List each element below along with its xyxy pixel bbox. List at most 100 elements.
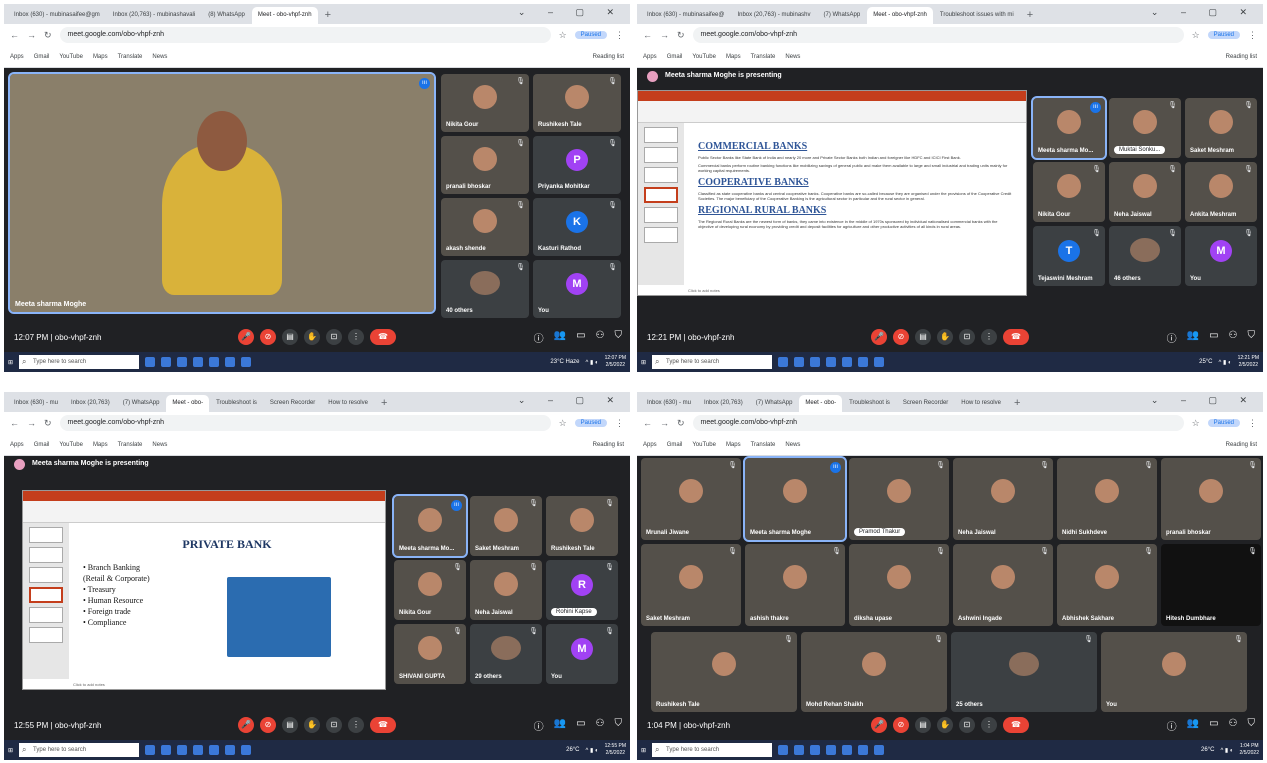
- participant-tile[interactable]: 🎙 Mrunali Jiwane: [641, 458, 741, 540]
- participant-tile[interactable]: 🎙 Neha Jaiswal: [953, 458, 1053, 540]
- bookmark-item[interactable]: News: [152, 442, 167, 448]
- window-controls-icon[interactable]: ⌄ – ▢ ✕: [518, 395, 624, 406]
- browser-tab[interactable]: Meet - obo-vhpf-znh: [251, 7, 318, 24]
- participant-tile[interactable]: 🎙 46 others: [1109, 226, 1181, 286]
- back-icon[interactable]: ←: [643, 30, 652, 40]
- taskbar-app-icon[interactable]: [209, 357, 220, 367]
- taskbar-app-icon[interactable]: [810, 357, 821, 367]
- browser-tab[interactable]: Screen Recorder: [263, 395, 322, 412]
- browser-tab[interactable]: (7) WhatsApp: [817, 7, 867, 24]
- forward-icon[interactable]: →: [660, 30, 669, 40]
- info-icon[interactable]: ⓘ: [1167, 330, 1177, 345]
- host-controls-icon[interactable]: ⛉: [1248, 718, 1256, 733]
- profile-paused-button[interactable]: Paused: [574, 31, 607, 39]
- people-icon[interactable]: 👥: [1187, 330, 1199, 345]
- tray-clock[interactable]: 12:55 PM 2/5/2022: [605, 743, 626, 757]
- reload-icon[interactable]: ↻: [677, 30, 685, 41]
- taskbar-app-icon[interactable]: [842, 745, 853, 755]
- bookmark-item[interactable]: Gmail: [34, 54, 50, 60]
- bookmark-item[interactable]: News: [785, 54, 800, 60]
- menu-icon[interactable]: ⋮: [1248, 418, 1257, 429]
- leave-call-button[interactable]: ☎: [370, 717, 396, 733]
- camera-off-button[interactable]: ⊘: [893, 717, 909, 733]
- participant-tile[interactable]: 🎙 Ashwini Ingade: [953, 544, 1053, 626]
- info-icon[interactable]: ⓘ: [534, 330, 544, 345]
- taskbar-app-icon[interactable]: [874, 745, 885, 755]
- captions-button[interactable]: ▤: [915, 717, 931, 733]
- browser-tab[interactable]: Meet - obo-: [166, 395, 210, 412]
- participant-tile[interactable]: 🎙 Nikita Gour: [441, 74, 529, 132]
- taskbar-app-icon[interactable]: [225, 745, 236, 755]
- mic-off-button[interactable]: 🎤: [871, 717, 887, 733]
- reload-icon[interactable]: ↻: [677, 418, 685, 429]
- forward-icon[interactable]: →: [27, 418, 36, 428]
- leave-call-button[interactable]: ☎: [1003, 717, 1029, 733]
- taskbar-search[interactable]: Type here to search: [652, 355, 773, 369]
- browser-tab[interactable]: Inbox (630) - mubinasaifee@gm: [8, 7, 106, 24]
- participant-tile[interactable]: P 🎙 Priyanka Mohitkar: [533, 136, 621, 194]
- window-controls-icon[interactable]: ⌄ – ▢ ✕: [1151, 7, 1257, 18]
- taskbar-app-icon[interactable]: [858, 745, 869, 755]
- participant-tile[interactable]: 🎙 Rushikesh Tale: [533, 74, 621, 132]
- browser-tab[interactable]: Troubleshoot issues with mi: [933, 7, 1020, 24]
- taskbar-app-icon[interactable]: [145, 745, 156, 755]
- back-icon[interactable]: ←: [10, 30, 19, 40]
- bookmark-item[interactable]: Apps: [643, 54, 657, 60]
- chat-icon[interactable]: ▭: [1209, 330, 1218, 345]
- participant-tile[interactable]: 🎙 Saket Meshram: [641, 544, 741, 626]
- browser-tab[interactable]: Screen Recorder: [896, 395, 955, 412]
- menu-icon[interactable]: ⋮: [615, 30, 624, 41]
- browser-tab[interactable]: Troubleshoot is: [843, 395, 896, 412]
- participant-tile[interactable]: K 🎙 Kasturi Rathod: [533, 198, 621, 256]
- bookmark-item[interactable]: YouTube: [59, 442, 83, 448]
- bookmark-item[interactable]: Maps: [93, 442, 108, 448]
- bookmark-item[interactable]: Maps: [726, 54, 741, 60]
- browser-tab[interactable]: Meet - obo-: [799, 395, 843, 412]
- activities-icon[interactable]: ⚇: [1229, 718, 1238, 733]
- people-icon[interactable]: 👥: [1187, 718, 1199, 733]
- taskbar-app-icon[interactable]: [241, 745, 252, 755]
- bookmark-item[interactable]: Translate: [118, 442, 143, 448]
- taskbar-app-icon[interactable]: [161, 357, 172, 367]
- browser-tab[interactable]: Inbox (20,763): [65, 395, 116, 412]
- present-button[interactable]: ⊡: [326, 717, 342, 733]
- browser-tab[interactable]: Inbox (630) - mu: [8, 395, 65, 412]
- participant-tile[interactable]: M 🎙 You: [1185, 226, 1257, 286]
- participant-tile[interactable]: 🎙 ashish thakre: [745, 544, 845, 626]
- taskbar-app-icon[interactable]: [177, 745, 188, 755]
- camera-off-button[interactable]: ⊘: [893, 329, 909, 345]
- raise-hand-button[interactable]: ✋: [304, 717, 320, 733]
- chat-icon[interactable]: ▭: [576, 718, 585, 733]
- window-controls-icon[interactable]: ⌄ – ▢ ✕: [1151, 395, 1257, 406]
- camera-off-button[interactable]: ⊘: [260, 717, 276, 733]
- menu-icon[interactable]: ⋮: [1248, 30, 1257, 41]
- url-field[interactable]: meet.google.com/obo-vhpf-znh: [59, 27, 551, 43]
- main-speaker-tile[interactable]: ııı Meeta sharma Moghe: [8, 72, 436, 314]
- taskbar-app-icon[interactable]: [826, 357, 837, 367]
- participant-tile[interactable]: 🎙 Ankita Meshram: [1185, 162, 1257, 222]
- leave-call-button[interactable]: ☎: [370, 329, 396, 345]
- bookmark-item[interactable]: Apps: [643, 442, 657, 448]
- start-icon[interactable]: ⊞: [8, 359, 13, 366]
- star-icon[interactable]: ☆: [559, 418, 567, 429]
- bookmark-item[interactable]: Apps: [10, 442, 24, 448]
- taskbar-app-icon[interactable]: [145, 357, 156, 367]
- leave-call-button[interactable]: ☎: [1003, 329, 1029, 345]
- participant-tile[interactable]: 🎙 pranali bhoskar: [1161, 458, 1261, 540]
- captions-button[interactable]: ▤: [282, 329, 298, 345]
- present-button[interactable]: ⊡: [326, 329, 342, 345]
- reload-icon[interactable]: ↻: [44, 30, 52, 41]
- reading-list-button[interactable]: Reading list: [1226, 442, 1257, 448]
- profile-paused-button[interactable]: Paused: [574, 419, 607, 427]
- browser-tab[interactable]: How to resolve: [322, 395, 374, 412]
- new-tab-icon[interactable]: +: [1008, 395, 1026, 412]
- participant-tile[interactable]: 🎙 Rushikesh Tale: [651, 632, 797, 712]
- chat-icon[interactable]: ▭: [576, 330, 585, 345]
- back-icon[interactable]: ←: [643, 418, 652, 428]
- tray-clock[interactable]: 12:21 PM 2/5/2022: [1238, 355, 1259, 369]
- participant-tile[interactable]: 🎙 29 others: [470, 624, 542, 684]
- bookmark-item[interactable]: Gmail: [667, 442, 683, 448]
- participant-tile[interactable]: 🎙 Muktai Sonku...: [1109, 98, 1181, 158]
- more-options-button[interactable]: ⋮: [348, 329, 364, 345]
- taskbar-app-icon[interactable]: [177, 357, 188, 367]
